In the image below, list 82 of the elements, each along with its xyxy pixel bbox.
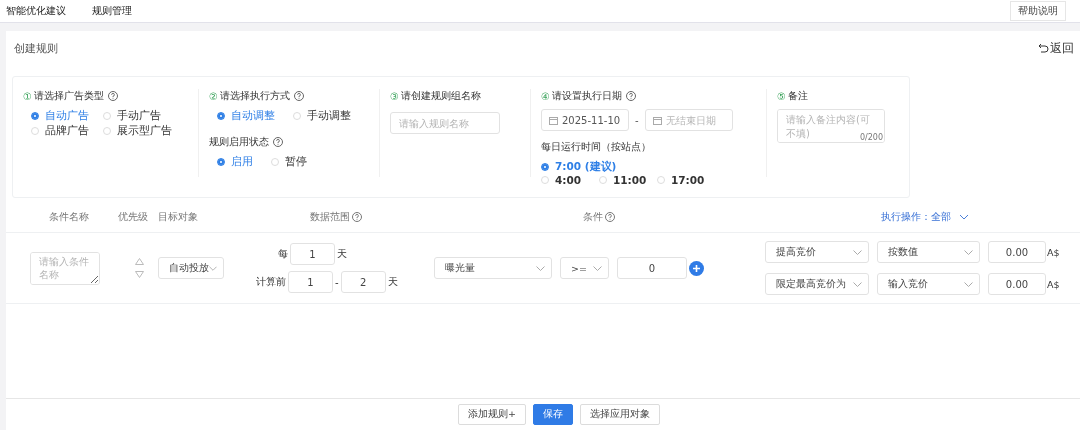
operator-select[interactable]: >= — [560, 257, 609, 279]
action-type-select[interactable]: 提高竞价 — [765, 241, 869, 263]
column-header: 目标对象 — [158, 210, 198, 224]
metric-select[interactable]: 曝光量 — [434, 257, 552, 279]
step-number: ④ — [541, 90, 550, 102]
step-number: ① — [23, 90, 32, 102]
radio-option[interactable]: 手动调整 — [293, 109, 351, 123]
chevron-down-icon — [964, 281, 973, 287]
chevron-down-icon — [593, 265, 602, 271]
return-arrow-icon — [1038, 43, 1049, 53]
help-icon[interactable] — [107, 91, 118, 101]
help-icon[interactable] — [351, 212, 362, 222]
currency-label: A$ — [1047, 278, 1060, 290]
radio-option[interactable]: 展示型广告 — [103, 124, 183, 138]
column-header: 条件名称 — [49, 210, 89, 224]
nav-tab[interactable]: 规则管理 — [92, 4, 132, 18]
field-label: 请创建规则组名称 — [400, 89, 481, 103]
chevron-down-icon — [536, 265, 545, 271]
radio-option[interactable]: 手动广告 — [103, 109, 183, 123]
action-type-select[interactable]: 限定最高竞价为 — [765, 273, 869, 295]
calendar-icon — [652, 116, 662, 125]
field-label: 请设置执行日期 — [551, 89, 622, 103]
field-label: 规则启用状态 — [209, 135, 269, 149]
calendar-icon — [549, 116, 558, 125]
target-select[interactable]: 自动投放 — [158, 257, 224, 279]
range-end-field[interactable]: 2 — [340, 271, 386, 293]
help-icon[interactable] — [605, 212, 615, 222]
rule-name-field[interactable]: 请输入规则名称 — [390, 112, 500, 134]
add-icon[interactable] — [689, 260, 704, 276]
adjust-mode-select[interactable]: 输入竞价 — [877, 273, 980, 295]
radio-option[interactable]: 自动广告 — [31, 109, 103, 123]
help-icon[interactable] — [293, 91, 304, 101]
end-date-field[interactable]: 无结束日期 — [644, 109, 733, 131]
range-start-field[interactable]: 1 — [288, 271, 333, 293]
help-icon[interactable] — [625, 91, 636, 101]
radio-option[interactable]: 自动调整 — [217, 109, 275, 123]
radio-option[interactable]: 品牌广告 — [31, 124, 103, 138]
footer-button[interactable]: 添加规则+ — [458, 404, 526, 425]
range-label: 计算前 — [256, 275, 286, 289]
radio-option[interactable]: 4:00 — [541, 174, 599, 186]
column-header: 优先级 — [118, 210, 148, 224]
field-label: 请选择执行方式 — [219, 89, 290, 103]
field-label: 每日运行时间（按站点） — [541, 140, 651, 154]
condition-name-field[interactable]: 请输入条件名称 — [30, 251, 100, 285]
radio-option[interactable]: 11:00 — [599, 174, 657, 186]
unit-label: 天 — [387, 275, 398, 289]
bid-value-field[interactable]: 0.00 — [988, 241, 1046, 263]
unit-label: 天 — [337, 247, 347, 261]
chevron-down-icon — [853, 249, 862, 255]
step-number: ② — [209, 90, 218, 102]
chevron-down-icon — [209, 265, 217, 271]
back-link[interactable]: 返回 — [1038, 39, 1074, 57]
chevron-down-icon — [964, 249, 973, 255]
nav-tab[interactable]: 智能优化建议 — [6, 4, 66, 18]
currency-label: A$ — [1047, 246, 1060, 258]
column-header: 数据范围 — [309, 210, 350, 224]
help-button[interactable]: 帮助说明 — [1010, 1, 1066, 21]
step-number: ③ — [390, 90, 399, 102]
radio-option[interactable]: 启用 — [217, 155, 253, 169]
days-field[interactable]: 1 — [290, 243, 335, 265]
date-separator: - — [635, 114, 639, 126]
field-label: 请选择广告类型 — [33, 89, 104, 103]
footer-button[interactable]: 选择应用对象 — [580, 404, 660, 425]
radio-option[interactable]: 17:00 — [657, 174, 717, 186]
field-label: 备注 — [787, 89, 808, 103]
adjust-mode-select[interactable]: 按数值 — [877, 241, 980, 263]
chevron-down-icon[interactable] — [959, 214, 969, 220]
range-label: 每 — [278, 247, 288, 261]
radio-option[interactable]: 7:00 (建议) — [541, 160, 717, 174]
page-title: 创建规则 — [14, 40, 58, 56]
range-separator: - — [335, 276, 339, 288]
help-icon[interactable] — [273, 137, 283, 147]
column-header: 条件 — [583, 210, 603, 224]
radio-option[interactable]: 暂停 — [271, 155, 307, 169]
footer-button[interactable]: 保存 — [533, 404, 573, 425]
step-number: ⑤ — [777, 90, 786, 102]
start-date-field[interactable]: 2025-11-10 — [541, 109, 629, 131]
character-counter: 0/200 — [859, 133, 883, 142]
chevron-down-icon — [853, 281, 862, 287]
action-filter-link[interactable]: 执行操作：全部 — [881, 210, 951, 224]
bid-value-field[interactable]: 0.00 — [988, 273, 1046, 295]
threshold-field[interactable]: 0 — [617, 257, 687, 279]
